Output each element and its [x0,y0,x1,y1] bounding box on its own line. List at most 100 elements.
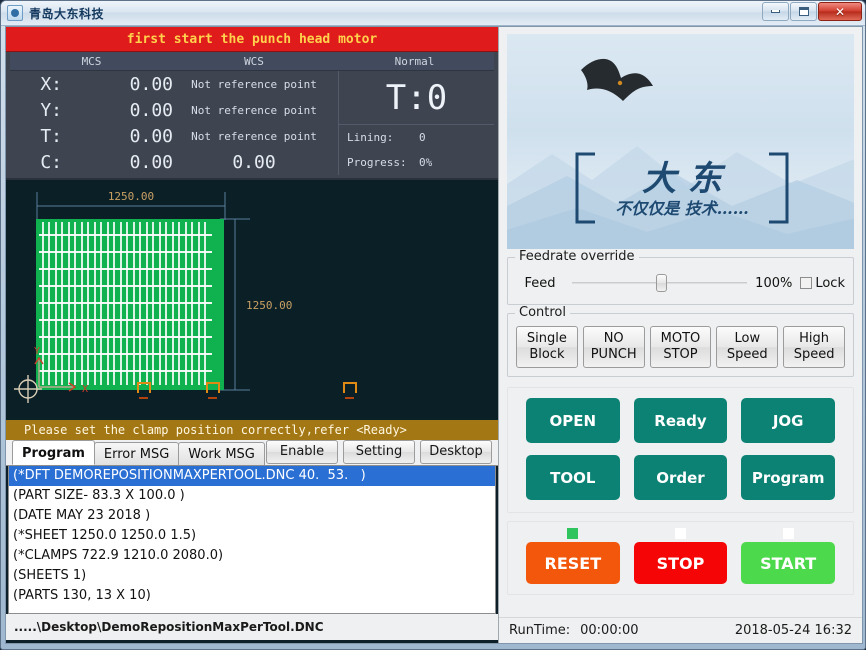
axis-readout-list: X: 0.00 Not reference point Y: 0.00 Not … [10,71,335,175]
single-block-button[interactable]: Single Block [516,326,578,368]
button-line1: Single [526,331,567,346]
sheet-drawing-canvas[interactable]: 1250.00 1250.00 Y X [6,178,498,420]
axis-mcs-t: 0.00 [129,125,173,147]
program-line[interactable]: (DATE MAY 23 2018 ) [9,506,495,526]
feed-label: Feed [524,275,556,291]
program-line[interactable]: (*DFT DEMOREPOSITIONMAXPERTOOL.DNC 40. 5… [9,466,495,486]
axis-wcs-x: Not reference point [191,77,317,91]
brand-banner: 大 东 不仅仅是 技术…… [507,34,854,249]
button-line2: Speed [726,347,768,362]
tab-strip: Program Error MSG Work MSG Enable Settin… [6,440,498,466]
feedrate-slider[interactable] [572,273,748,293]
axis-row-t: T: 0.00 Not reference point [10,123,335,149]
alert-banner: first start the punch head motor [6,27,498,52]
sheet-layout-svg: 1250.00 1250.00 Y X [6,180,498,420]
low-speed-button[interactable]: Low Speed [716,326,779,368]
axis-label-y-text: Y [34,346,40,357]
button-line2: Speed [793,347,835,362]
axis-wcs-y: Not reference point [191,103,317,117]
brand-sub-text: 不仅仅是 技术…… [615,199,749,218]
start-button[interactable]: START [741,542,835,584]
high-speed-button[interactable]: High Speed [783,326,845,368]
toolbar-buttons: Enable Setting Desktop [266,440,492,464]
program-button[interactable]: Program [741,455,835,500]
action-grid: OPEN Ready JOG TOOL Order Program [526,398,835,500]
runtime-value: 00:00:00 [580,623,639,638]
sheet-blank [36,219,224,390]
slider-thumb[interactable] [656,274,668,292]
progress-label: Progress: [347,156,407,169]
lock-label: Lock [815,275,845,291]
right-panel: 大 东 不仅仅是 技术…… Feedrate override Feed 100… [498,27,862,643]
desktop-button[interactable]: Desktop [420,440,492,464]
run-control-group: RESET STOP START [507,521,854,595]
reset-button[interactable]: RESET [526,542,620,584]
dimension-right-label: 1250.00 [246,299,292,312]
app-window: 青岛大东科技 ✕ first start the punch head moto… [0,0,866,650]
feedrate-group: Feedrate override Feed 100% Lock [507,249,854,305]
close-button[interactable]: ✕ [818,2,862,21]
jog-button[interactable]: JOG [741,398,835,443]
coordinate-header: MCS WCS Normal [10,52,494,71]
axis-wcs-t: Not reference point [191,129,317,143]
program-line[interactable]: (PART SIZE- 83.3 X 100.0 ) [9,486,495,506]
feedrate-percent: 100% [755,275,793,291]
minimize-icon [771,10,780,13]
coordinate-body: X: 0.00 Not reference point Y: 0.00 Not … [10,71,494,175]
tab-error-msg[interactable]: Error MSG [93,442,180,465]
program-listing[interactable]: (*DFT DEMOREPOSITIONMAXPERTOOL.DNC 40. 5… [8,466,496,614]
enable-button[interactable]: Enable [266,440,338,464]
tool-button[interactable]: TOOL [526,455,620,500]
coordinate-panel: MCS WCS Normal X: 0.00 Not reference poi… [6,52,498,178]
close-icon: ✕ [834,4,846,19]
header-wcs: WCS [244,55,264,68]
axis-wcs-c: 0.00 [232,151,276,173]
feedrate-row: Feed 100% Lock [516,270,845,296]
progress-value: 0% [419,156,433,169]
datetime-label: 2018-05-24 16:32 [734,623,852,638]
progress-row: Progress: 0% [339,150,494,175]
title-bar: 青岛大东科技 ✕ [1,1,865,26]
led-indicator-row [526,528,835,542]
dimension-top-label: 1250.00 [108,190,154,203]
program-line[interactable]: (*CLAMPS 722.9 1210.0 2080.0) [9,546,495,566]
program-line[interactable]: (*SHEET 1250.0 1250.0 1.5) [9,526,495,546]
start-led-indicator [782,528,794,539]
tool-status-panel: T:0 Lining: 0 Progress: 0% [338,71,494,175]
button-line2: PUNCH [590,347,637,362]
feedrate-lock[interactable]: Lock [800,276,845,291]
lining-row: Lining: 0 [339,125,494,150]
tab-program[interactable]: Program [12,440,95,465]
runtime-label: RunTime: [509,623,571,638]
action-button-group: OPEN Ready JOG TOOL Order Program [507,387,854,513]
lock-checkbox[interactable] [800,277,813,289]
axis-mcs-x: 0.00 [129,73,173,95]
axis-row-x: X: 0.00 Not reference point [10,71,335,97]
control-button-row: Single Block NO PUNCH MOTO STOP Low Spee… [516,326,845,368]
button-line1: MOTO [660,331,701,346]
maximize-button[interactable] [790,2,817,21]
axis-label-t: T: [40,125,62,147]
button-line1: NO [603,331,624,346]
maximize-icon [798,7,809,16]
axis-label-x: X: [40,73,62,95]
no-punch-button[interactable]: NO PUNCH [582,326,645,368]
minimize-button[interactable] [762,2,789,21]
button-line1: Low [734,331,761,346]
reset-led-indicator [567,528,579,539]
order-button[interactable]: Order [633,455,728,500]
tab-work-msg[interactable]: Work MSG [178,442,265,465]
program-line[interactable]: (PARTS 130, 13 X 10) [9,586,495,606]
file-path-label: .....\Desktop\DemoRepositionMaxPerTool.D… [6,614,498,640]
stop-button[interactable]: STOP [633,542,728,584]
axis-label-y: Y: [40,99,62,121]
moto-stop-button[interactable]: MOTO STOP [649,326,712,368]
setting-button[interactable]: Setting [343,440,415,464]
program-line[interactable]: (SHEETS 1) [9,566,495,586]
status-bar: RunTime: 00:00:00 2018-05-24 16:32 [499,617,862,643]
open-button[interactable]: OPEN [526,398,620,443]
header-status: Normal [394,55,435,68]
button-line2: Block [529,347,565,362]
ready-button[interactable]: Ready [633,398,728,443]
tool-number-display: T:0 [339,71,494,125]
